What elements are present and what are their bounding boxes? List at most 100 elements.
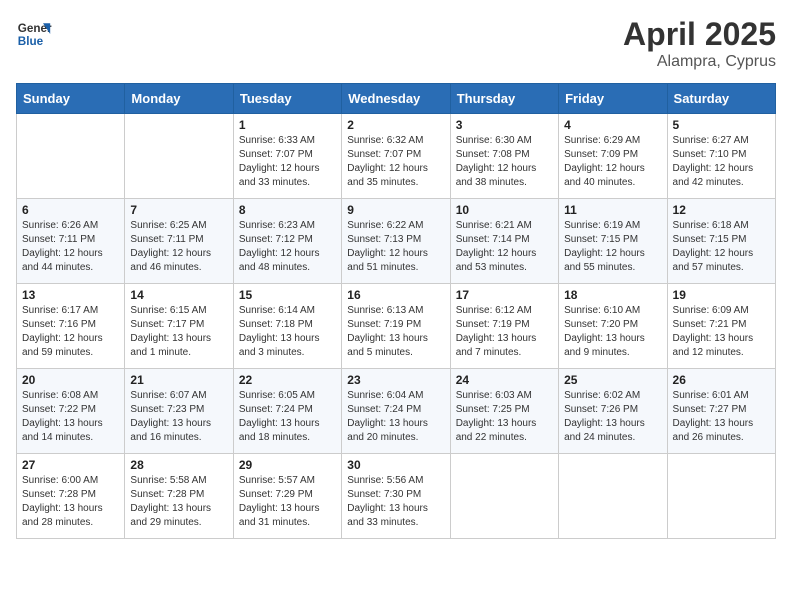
day-info: Sunrise: 6:32 AM Sunset: 7:07 PM Dayligh… bbox=[347, 134, 444, 190]
calendar-cell: 30Sunrise: 5:56 AM Sunset: 7:30 PM Dayli… bbox=[342, 454, 450, 539]
logo: General Blue bbox=[16, 16, 56, 52]
calendar-cell: 15 Sunrise: 6:14 AM Sunset: 7:18 PM Dayli… bbox=[233, 284, 341, 369]
day-number: 16 bbox=[347, 288, 444, 302]
day-info: Sunrise: 5:57 AM Sunset: 7:29 PM Dayligh… bbox=[239, 474, 336, 530]
calendar-cell bbox=[17, 114, 125, 199]
day-number: 12 bbox=[673, 203, 770, 217]
calendar-cell: 26 Sunrise: 6:01 AM Sunset: 7:27 PM Dayli… bbox=[667, 369, 775, 454]
day-info: Sunrise: 6:01 AM Sunset: 7:27 PM Dayligh… bbox=[673, 389, 770, 445]
day-number: 19 bbox=[673, 288, 770, 302]
week-row-1: 1Sunrise: 6:33 AM Sunset: 7:07 PM Daylig… bbox=[17, 114, 776, 199]
day-number: 8 bbox=[239, 203, 336, 217]
calendar-cell: 6Sunrise: 6:26 AM Sunset: 7:11 PM Daylig… bbox=[17, 199, 125, 284]
calendar-cell: 19 Sunrise: 6:09 AM Sunset: 7:21 PM Dayli… bbox=[667, 284, 775, 369]
day-number: 24 bbox=[456, 373, 553, 387]
day-info: Sunrise: 5:58 AM Sunset: 7:28 PM Dayligh… bbox=[130, 474, 227, 530]
day-info: Sunrise: 6:04 AM Sunset: 7:24 PM Dayligh… bbox=[347, 389, 444, 445]
day-number: 15 bbox=[239, 288, 336, 302]
week-row-3: 13 Sunrise: 6:17 AM Sunset: 7:16 PM Dayli… bbox=[17, 284, 776, 369]
day-info: Sunrise: 6:30 AM Sunset: 7:08 PM Dayligh… bbox=[456, 134, 553, 190]
calendar-cell: 8 Sunrise: 6:23 AM Sunset: 7:12 PM Daylig… bbox=[233, 199, 341, 284]
svg-text:Blue: Blue bbox=[18, 35, 44, 48]
calendar-cell: 1Sunrise: 6:33 AM Sunset: 7:07 PM Daylig… bbox=[233, 114, 341, 199]
day-number: 14 bbox=[130, 288, 227, 302]
day-number: 11 bbox=[564, 203, 661, 217]
calendar-cell: 5Sunrise: 6:27 AM Sunset: 7:10 PM Daylig… bbox=[667, 114, 775, 199]
day-number: 4 bbox=[564, 118, 661, 132]
location-subtitle: Alampra, Cyprus bbox=[623, 53, 776, 71]
day-number: 17 bbox=[456, 288, 553, 302]
day-info: Sunrise: 6:19 AM Sunset: 7:15 PM Dayligh… bbox=[564, 219, 661, 275]
day-header-sunday: Sunday bbox=[17, 84, 125, 114]
day-number: 26 bbox=[673, 373, 770, 387]
calendar-cell: 27 Sunrise: 6:00 AM Sunset: 7:28 PM Dayli… bbox=[17, 454, 125, 539]
day-info: Sunrise: 6:13 AM Sunset: 7:19 PM Dayligh… bbox=[347, 304, 444, 360]
calendar-cell: 4 Sunrise: 6:29 AM Sunset: 7:09 PM Daylig… bbox=[559, 114, 667, 199]
day-info: Sunrise: 6:22 AM Sunset: 7:13 PM Dayligh… bbox=[347, 219, 444, 275]
calendar-cell bbox=[450, 454, 558, 539]
day-number: 20 bbox=[22, 373, 119, 387]
calendar-cell bbox=[559, 454, 667, 539]
day-number: 6 bbox=[22, 203, 119, 217]
day-number: 29 bbox=[239, 458, 336, 472]
calendar-cell bbox=[667, 454, 775, 539]
day-info: Sunrise: 6:12 AM Sunset: 7:19 PM Dayligh… bbox=[456, 304, 553, 360]
calendar-cell: 28 Sunrise: 5:58 AM Sunset: 7:28 PM Dayli… bbox=[125, 454, 233, 539]
calendar-cell: 13 Sunrise: 6:17 AM Sunset: 7:16 PM Dayli… bbox=[17, 284, 125, 369]
day-number: 22 bbox=[239, 373, 336, 387]
day-info: Sunrise: 6:14 AM Sunset: 7:18 PM Dayligh… bbox=[239, 304, 336, 360]
calendar-cell: 7 Sunrise: 6:25 AM Sunset: 7:11 PM Daylig… bbox=[125, 199, 233, 284]
page-header: General Blue April 2025 Alampra, Cyprus bbox=[16, 16, 776, 71]
month-year-title: April 2025 bbox=[623, 16, 776, 53]
calendar-cell: 3 Sunrise: 6:30 AM Sunset: 7:08 PM Daylig… bbox=[450, 114, 558, 199]
day-number: 9 bbox=[347, 203, 444, 217]
day-header-friday: Friday bbox=[559, 84, 667, 114]
day-info: Sunrise: 6:02 AM Sunset: 7:26 PM Dayligh… bbox=[564, 389, 661, 445]
day-number: 28 bbox=[130, 458, 227, 472]
day-info: Sunrise: 6:21 AM Sunset: 7:14 PM Dayligh… bbox=[456, 219, 553, 275]
day-info: Sunrise: 6:00 AM Sunset: 7:28 PM Dayligh… bbox=[22, 474, 119, 530]
day-number: 5 bbox=[673, 118, 770, 132]
calendar-cell: 29 Sunrise: 5:57 AM Sunset: 7:29 PM Dayli… bbox=[233, 454, 341, 539]
day-header-tuesday: Tuesday bbox=[233, 84, 341, 114]
day-info: Sunrise: 6:25 AM Sunset: 7:11 PM Dayligh… bbox=[130, 219, 227, 275]
day-number: 18 bbox=[564, 288, 661, 302]
day-info: Sunrise: 6:15 AM Sunset: 7:17 PM Dayligh… bbox=[130, 304, 227, 360]
calendar-cell: 14 Sunrise: 6:15 AM Sunset: 7:17 PM Dayli… bbox=[125, 284, 233, 369]
day-number: 27 bbox=[22, 458, 119, 472]
day-number: 13 bbox=[22, 288, 119, 302]
calendar-cell: 12Sunrise: 6:18 AM Sunset: 7:15 PM Dayli… bbox=[667, 199, 775, 284]
day-info: Sunrise: 6:29 AM Sunset: 7:09 PM Dayligh… bbox=[564, 134, 661, 190]
day-info: Sunrise: 6:10 AM Sunset: 7:20 PM Dayligh… bbox=[564, 304, 661, 360]
calendar-cell: 23Sunrise: 6:04 AM Sunset: 7:24 PM Dayli… bbox=[342, 369, 450, 454]
day-info: Sunrise: 6:23 AM Sunset: 7:12 PM Dayligh… bbox=[239, 219, 336, 275]
day-info: Sunrise: 6:09 AM Sunset: 7:21 PM Dayligh… bbox=[673, 304, 770, 360]
day-number: 7 bbox=[130, 203, 227, 217]
calendar-header-row: SundayMondayTuesdayWednesdayThursdayFrid… bbox=[17, 84, 776, 114]
day-header-thursday: Thursday bbox=[450, 84, 558, 114]
day-info: Sunrise: 6:03 AM Sunset: 7:25 PM Dayligh… bbox=[456, 389, 553, 445]
day-number: 30 bbox=[347, 458, 444, 472]
day-info: Sunrise: 6:05 AM Sunset: 7:24 PM Dayligh… bbox=[239, 389, 336, 445]
calendar-table: SundayMondayTuesdayWednesdayThursdayFrid… bbox=[16, 83, 776, 539]
day-number: 25 bbox=[564, 373, 661, 387]
day-info: Sunrise: 6:07 AM Sunset: 7:23 PM Dayligh… bbox=[130, 389, 227, 445]
day-number: 1 bbox=[239, 118, 336, 132]
calendar-cell: 2 Sunrise: 6:32 AM Sunset: 7:07 PM Daylig… bbox=[342, 114, 450, 199]
calendar-cell: 9 Sunrise: 6:22 AM Sunset: 7:13 PM Daylig… bbox=[342, 199, 450, 284]
calendar-cell: 22 Sunrise: 6:05 AM Sunset: 7:24 PM Dayli… bbox=[233, 369, 341, 454]
day-header-saturday: Saturday bbox=[667, 84, 775, 114]
day-number: 2 bbox=[347, 118, 444, 132]
day-header-monday: Monday bbox=[125, 84, 233, 114]
calendar-cell: 24 Sunrise: 6:03 AM Sunset: 7:25 PM Dayli… bbox=[450, 369, 558, 454]
calendar-cell: 17 Sunrise: 6:12 AM Sunset: 7:19 PM Dayli… bbox=[450, 284, 558, 369]
day-number: 10 bbox=[456, 203, 553, 217]
calendar-cell: 21Sunrise: 6:07 AM Sunset: 7:23 PM Dayli… bbox=[125, 369, 233, 454]
day-info: Sunrise: 6:17 AM Sunset: 7:16 PM Dayligh… bbox=[22, 304, 119, 360]
calendar-cell: 18 Sunrise: 6:10 AM Sunset: 7:20 PM Dayli… bbox=[559, 284, 667, 369]
week-row-5: 27 Sunrise: 6:00 AM Sunset: 7:28 PM Dayli… bbox=[17, 454, 776, 539]
title-block: April 2025 Alampra, Cyprus bbox=[623, 16, 776, 71]
calendar-cell bbox=[125, 114, 233, 199]
calendar-cell: 16 Sunrise: 6:13 AM Sunset: 7:19 PM Dayli… bbox=[342, 284, 450, 369]
day-number: 3 bbox=[456, 118, 553, 132]
